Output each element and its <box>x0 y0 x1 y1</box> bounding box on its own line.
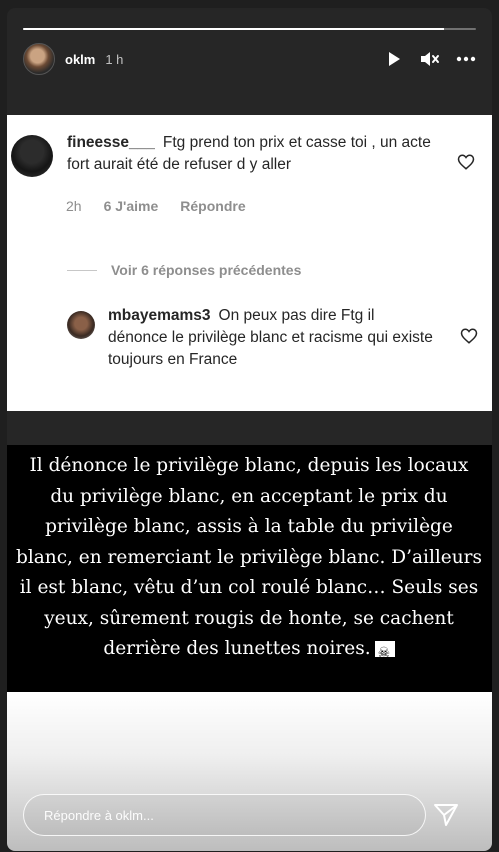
story-time: 1 h <box>105 51 124 67</box>
more-icon[interactable] <box>456 49 476 69</box>
view-previous-replies: Voir 6 réponses précédentes <box>67 262 301 278</box>
comment-time: 2h <box>66 198 82 214</box>
reply-input-placeholder: Répondre à oklm... <box>44 807 154 823</box>
story-viewer: oklm 1 h fineesse___ Ftg prend ton prix e… <box>7 8 492 851</box>
comment-username: fineesse___ <box>67 134 155 151</box>
comment-likes: 6 J'aime <box>103 198 159 214</box>
heart-icon <box>460 328 478 344</box>
reply-avatar <box>67 311 95 339</box>
comment-reply-link: Répondre <box>180 198 246 214</box>
story-header: oklm 1 h <box>23 42 476 76</box>
comment-meta: 2h 6 J'aime Répondre <box>66 198 246 214</box>
quote-text: Il dénonce le privilège blanc, depuis le… <box>15 451 483 669</box>
quote-block: Il dénonce le privilège blanc, depuis le… <box>7 445 492 692</box>
view-previous-replies-label: Voir 6 réponses précédentes <box>111 262 302 278</box>
mute-icon[interactable] <box>420 49 440 69</box>
avatar[interactable] <box>23 43 55 75</box>
comments-screenshot: fineesse___ Ftg prend ton prix et casse t… <box>7 115 492 411</box>
reply-username: mbayemams3 <box>108 307 211 324</box>
story-controls <box>384 49 476 69</box>
heart-icon <box>457 154 475 170</box>
reply-input[interactable]: Répondre à oklm... <box>23 794 426 836</box>
quote-body: Il dénonce le privilège blanc, depuis le… <box>15 455 482 659</box>
reply-text: mbayemams3 On peux pas dire Ftg il dénonc… <box>108 305 438 371</box>
divider <box>67 269 97 271</box>
send-icon[interactable] <box>433 803 459 827</box>
story-username[interactable]: oklm <box>65 52 95 67</box>
comment-text: fineesse___ Ftg prend ton prix et casse t… <box>67 132 439 176</box>
comment-avatar <box>11 135 53 177</box>
pirate-flag-icon <box>374 638 395 669</box>
play-icon[interactable] <box>384 49 404 69</box>
story-progress-fill <box>23 28 445 30</box>
story-progress-bar <box>23 28 476 30</box>
